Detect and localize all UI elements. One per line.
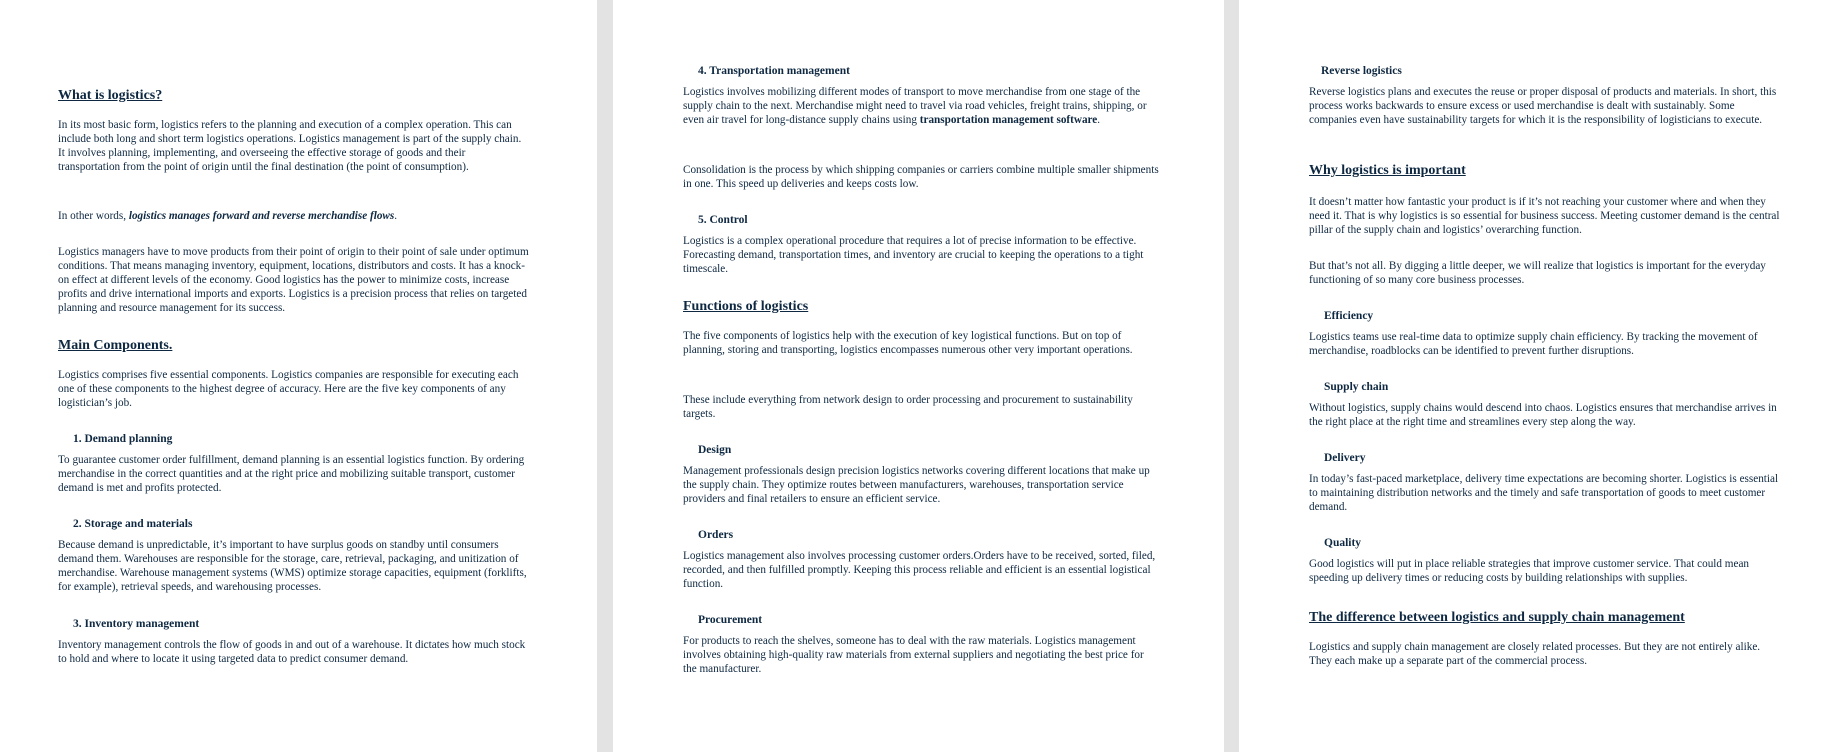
transportation-management-heading: 4. Transportation management [698,65,850,77]
why-logistics-important-heading: Why logistics is important [1309,163,1466,178]
storage-materials-heading: 2. Storage and materials [73,518,193,530]
demand-planning-paragraph[interactable]: To guarantee customer order fulfillment,… [58,453,530,495]
reverse-logistics-paragraph[interactable]: Reverse logistics plans and executes the… [1309,85,1785,127]
supply-chain-paragraph[interactable]: Without logistics, supply chains would d… [1309,401,1785,429]
document-page-3[interactable]: Reverse logistics Reverse logistics plan… [1239,0,1845,752]
design-heading: Design [698,444,732,456]
demand-planning-heading: 1. Demand planning [73,433,173,445]
inventory-management-paragraph[interactable]: Inventory management controls the flow o… [58,638,530,666]
orders-heading: Orders [698,529,734,541]
what-is-logistics-paragraph-2[interactable]: In other words, logistics manages forwar… [58,209,530,223]
control-heading: 5. Control [698,214,748,226]
efficiency-heading: Efficiency [1324,310,1374,322]
document-page-2[interactable]: 4. Transportation management Logistics i… [613,0,1224,752]
quality-heading: Quality [1324,537,1362,549]
document-page-1[interactable]: What is logistics? In its most basic for… [0,0,597,752]
procurement-heading: Procurement [698,614,763,626]
storage-materials-paragraph[interactable]: Because demand is unpredictable, it’s im… [58,538,530,594]
paragraph-2-emphasis: logistics manages forward and reverse me… [128,210,395,222]
functions-paragraph-1[interactable]: The five components of logistics help wi… [683,329,1159,357]
why-logistics-paragraph-1[interactable]: It doesn’t matter how fantastic your pro… [1309,195,1785,237]
difference-heading: The difference between logistics and sup… [1309,610,1685,625]
procurement-paragraph[interactable]: For products to reach the shelves, someo… [683,634,1159,676]
paragraph-2-suffix: . [394,210,398,222]
difference-paragraph[interactable]: Logistics and supply chain management ar… [1309,640,1785,668]
main-components-paragraph[interactable]: Logistics comprises five essential compo… [58,368,530,410]
reverse-logistics-heading: Reverse logistics [1321,65,1402,77]
what-is-logistics-heading: What is logistics? [58,88,163,103]
supply-chain-heading: Supply chain [1324,381,1389,393]
delivery-paragraph[interactable]: In today’s fast-paced marketplace, deliv… [1309,472,1785,514]
why-logistics-paragraph-2[interactable]: But that’s not all. By digging a little … [1309,259,1785,287]
main-components-heading: Main Components. [58,338,173,353]
quality-paragraph[interactable]: Good logistics will put in place reliabl… [1309,557,1785,585]
inventory-management-heading: 3. Inventory management [73,618,200,630]
what-is-logistics-paragraph-1[interactable]: In its most basic form, logistics refers… [58,118,530,174]
delivery-heading: Delivery [1324,452,1366,464]
transportation-management-paragraph[interactable]: Logistics involves mobilizing different … [683,85,1159,127]
transport-suffix: . [1097,114,1101,126]
functions-of-logistics-heading: Functions of logistics [683,299,809,314]
design-paragraph[interactable]: Management professionals design precisio… [683,464,1159,506]
control-paragraph[interactable]: Logistics is a complex operational proce… [683,234,1159,276]
efficiency-paragraph[interactable]: Logistics teams use real-time data to op… [1309,330,1785,358]
transport-bold: transportation management software [919,114,1098,126]
paragraph-2-prefix: In other words, [58,210,129,222]
functions-paragraph-2[interactable]: These include everything from network de… [683,393,1159,421]
what-is-logistics-paragraph-3[interactable]: Logistics managers have to move products… [58,245,530,315]
consolidation-paragraph[interactable]: Consolidation is the process by which sh… [683,163,1159,191]
orders-paragraph[interactable]: Logistics management also involves proce… [683,549,1159,591]
